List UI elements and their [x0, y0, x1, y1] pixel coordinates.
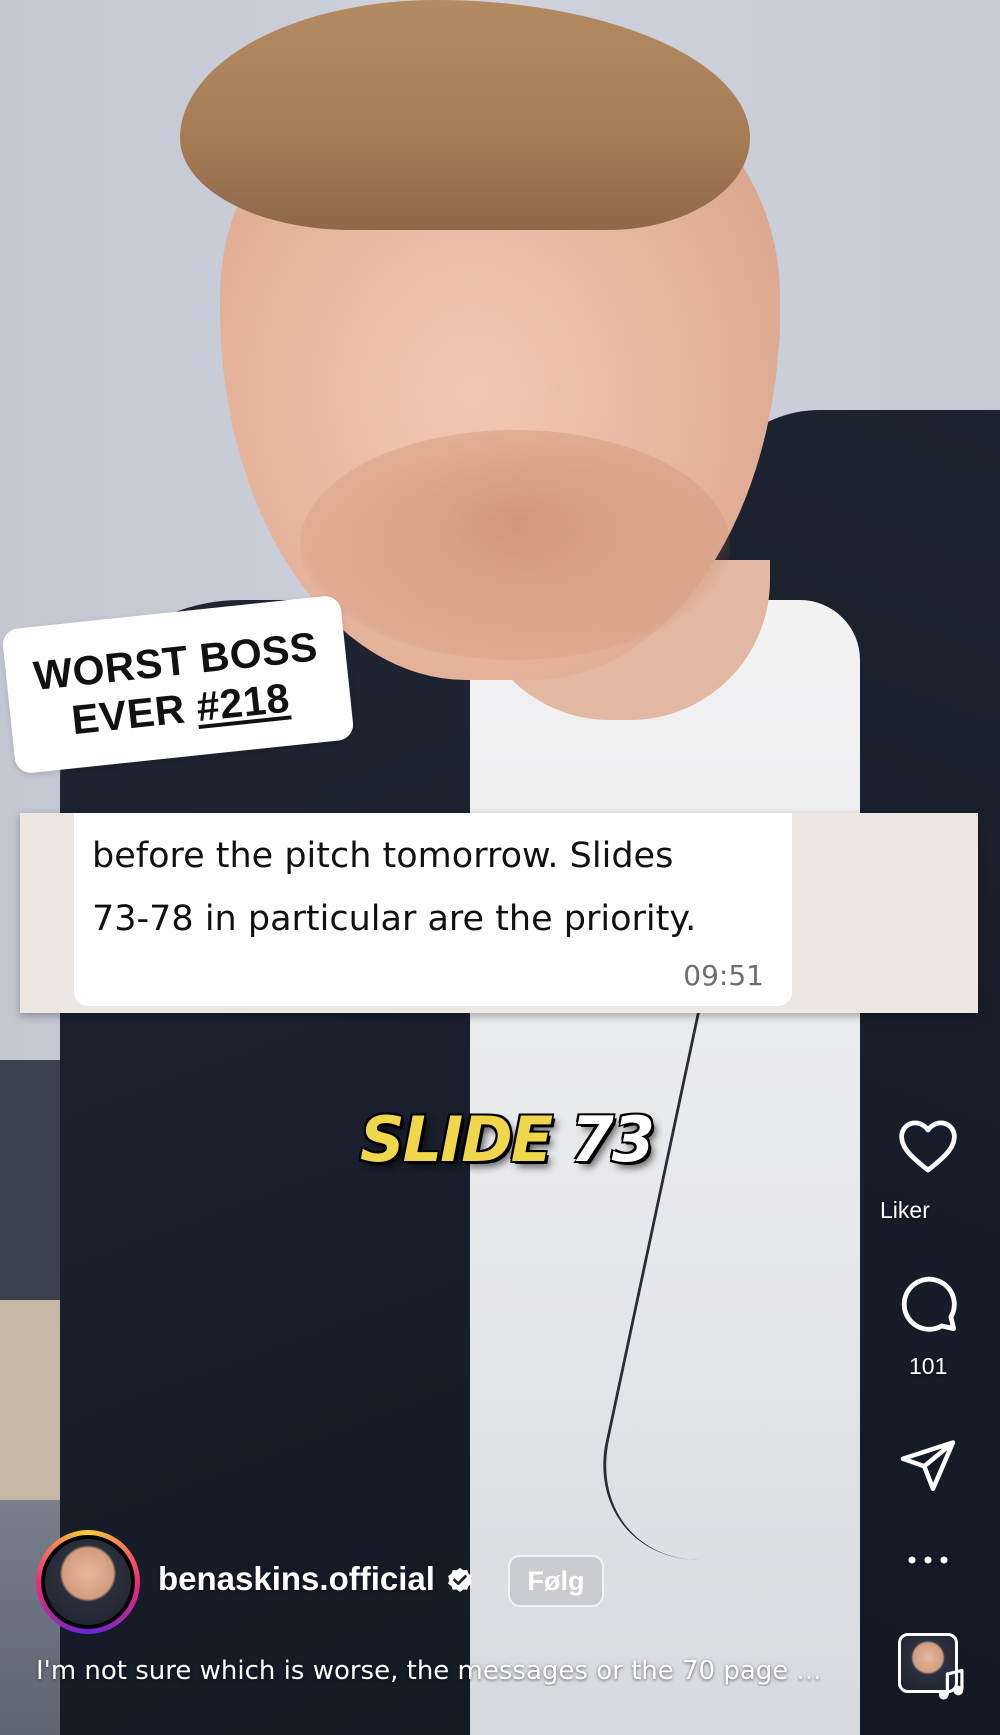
- sticker-episode-number: #218: [194, 674, 292, 730]
- avatar-image: [45, 1539, 131, 1625]
- comment-icon: [901, 1276, 957, 1332]
- share-button[interactable]: [888, 1430, 968, 1500]
- author-username[interactable]: benaskins.official: [158, 1560, 435, 1598]
- slide-caption-number: 73: [570, 1103, 655, 1176]
- paper-plane-icon: [900, 1440, 956, 1491]
- slide-caption-word: SLIDE: [360, 1103, 553, 1176]
- like-label: Liker: [880, 1197, 930, 1223]
- verified-badge-icon: [448, 1567, 472, 1592]
- reel-viewer[interactable]: WORST BOSS EVER #218 before the pitch to…: [0, 0, 1000, 1735]
- like-button[interactable]: [888, 1110, 968, 1180]
- follow-button[interactable]: Følg: [508, 1555, 604, 1607]
- message-screenshot: before the pitch tomorrow. Slides 73-78 …: [20, 813, 978, 1013]
- message-line-1: before the pitch tomorrow. Slides: [92, 836, 674, 876]
- heart-icon: [899, 1120, 957, 1173]
- hair: [180, 0, 750, 230]
- message-text: before the pitch tomorrow. Slides 73-78 …: [92, 825, 782, 951]
- author-avatar[interactable]: [36, 1530, 140, 1634]
- message-timestamp: 09:51: [683, 959, 764, 992]
- more-options-button[interactable]: [888, 1545, 968, 1575]
- post-caption[interactable]: I'm not sure which is worse, the message…: [36, 1656, 836, 1686]
- more-icon: [908, 1556, 948, 1564]
- message-bubble: before the pitch tomorrow. Slides 73-78 …: [74, 813, 792, 1006]
- beard: [300, 430, 730, 660]
- avatar-border: [41, 1535, 135, 1629]
- music-note-icon: [938, 1668, 964, 1700]
- message-line-2: 73-78 in particular are the priority.: [92, 899, 697, 939]
- comment-count: 101: [909, 1353, 948, 1379]
- slide-caption-overlay: SLIDE 73: [360, 1103, 655, 1176]
- comment-button[interactable]: [888, 1268, 968, 1338]
